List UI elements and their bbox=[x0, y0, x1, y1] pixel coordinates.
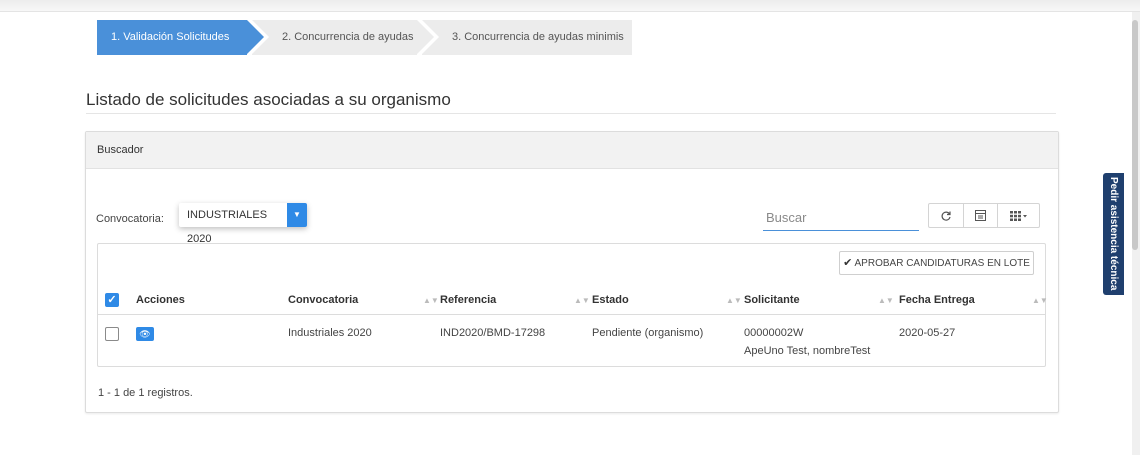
col-fecha-entrega[interactable]: Fecha Entrega bbox=[899, 286, 975, 315]
cell-convocatoria: Industriales 2020 bbox=[288, 327, 372, 339]
convocatoria-select[interactable]: INDUSTRIALES 2020 ▼ bbox=[179, 203, 307, 245]
table-header: ✓ Acciones Convocatoria ▲▼ Referencia ▲▼… bbox=[98, 286, 1048, 315]
panel-header: Buscador bbox=[86, 132, 1058, 169]
grid-menu-icon[interactable] bbox=[998, 204, 1039, 227]
col-estado[interactable]: Estado bbox=[592, 286, 629, 315]
col-convocatoria[interactable]: Convocatoria bbox=[288, 286, 358, 315]
page-title: Listado de solicitudes asociadas a su or… bbox=[86, 90, 451, 109]
scrollbar-thumb[interactable] bbox=[1132, 20, 1138, 250]
search-field[interactable] bbox=[763, 206, 919, 231]
sort-icon[interactable]: ▲▼ bbox=[878, 286, 894, 315]
step-validacion-solicitudes[interactable]: 1. Validación Solicitudes bbox=[97, 20, 264, 55]
step-concurrencia-minimis[interactable]: 3. Concurrencia de ayudas minimis bbox=[422, 20, 632, 55]
page-content: 1. Validación Solicitudes 2. Concurrenci… bbox=[0, 12, 1140, 455]
convocatoria-selected-value: INDUSTRIALES 2020 bbox=[187, 209, 268, 245]
row-checkbox[interactable] bbox=[105, 327, 119, 341]
approve-batch-label: APROBAR CANDIDATURAS EN LOTE bbox=[854, 258, 1030, 269]
col-acciones: Acciones bbox=[136, 294, 185, 306]
cell-referencia: IND2020/BMD-17298 bbox=[440, 327, 546, 339]
browser-top-strip bbox=[0, 0, 1140, 12]
results-table: ✔ APROBAR CANDIDATURAS EN LOTE ✓ Accione… bbox=[97, 243, 1048, 367]
refresh-icon[interactable] bbox=[929, 204, 964, 227]
table-row: 👁 Industriales 2020 IND2020/BMD-17298 Pe… bbox=[98, 316, 1045, 366]
records-count: 1 - 1 de 1 registros. bbox=[98, 387, 193, 399]
search-panel: Buscador Convocatoria: INDUSTRIALES 2020… bbox=[85, 131, 1059, 413]
eye-icon[interactable]: 👁 bbox=[136, 327, 154, 341]
search-input[interactable] bbox=[763, 206, 919, 228]
sort-icon[interactable]: ▲▼ bbox=[423, 286, 439, 315]
sort-icon[interactable]: ▲▼ bbox=[1032, 286, 1048, 315]
cell-estado: Pendiente (organismo) bbox=[592, 327, 704, 339]
col-referencia[interactable]: Referencia bbox=[440, 286, 496, 315]
page-scrollbar[interactable] bbox=[1132, 12, 1140, 455]
sort-icon[interactable]: ▲▼ bbox=[574, 286, 590, 315]
cell-fecha: 2020-05-27 bbox=[899, 327, 956, 339]
approve-batch-button[interactable]: ✔ APROBAR CANDIDATURAS EN LOTE bbox=[839, 251, 1034, 275]
select-all-checkbox[interactable]: ✓ bbox=[105, 293, 119, 307]
sort-icon[interactable]: ▲▼ bbox=[726, 286, 742, 315]
technical-support-tab[interactable]: Pedir asistencia técnica bbox=[1103, 173, 1124, 295]
title-divider bbox=[86, 113, 1056, 114]
col-solicitante[interactable]: Solicitante bbox=[744, 286, 800, 315]
columns-toggle-icon[interactable] bbox=[964, 204, 998, 227]
step-concurrencia-ayudas[interactable]: 2. Concurrencia de ayudas bbox=[252, 20, 434, 55]
cell-solicitante-id: 00000002W bbox=[744, 327, 804, 339]
wizard-steps: 1. Validación Solicitudes 2. Concurrenci… bbox=[97, 20, 637, 55]
convocatoria-label: Convocatoria: bbox=[96, 213, 164, 225]
table-toolbar bbox=[928, 203, 1040, 228]
check-icon: ✔ bbox=[843, 257, 853, 269]
cell-solicitante-name: ApeUno Test, nombreTest bbox=[744, 345, 871, 357]
caret-down-icon[interactable]: ▼ bbox=[287, 203, 307, 227]
